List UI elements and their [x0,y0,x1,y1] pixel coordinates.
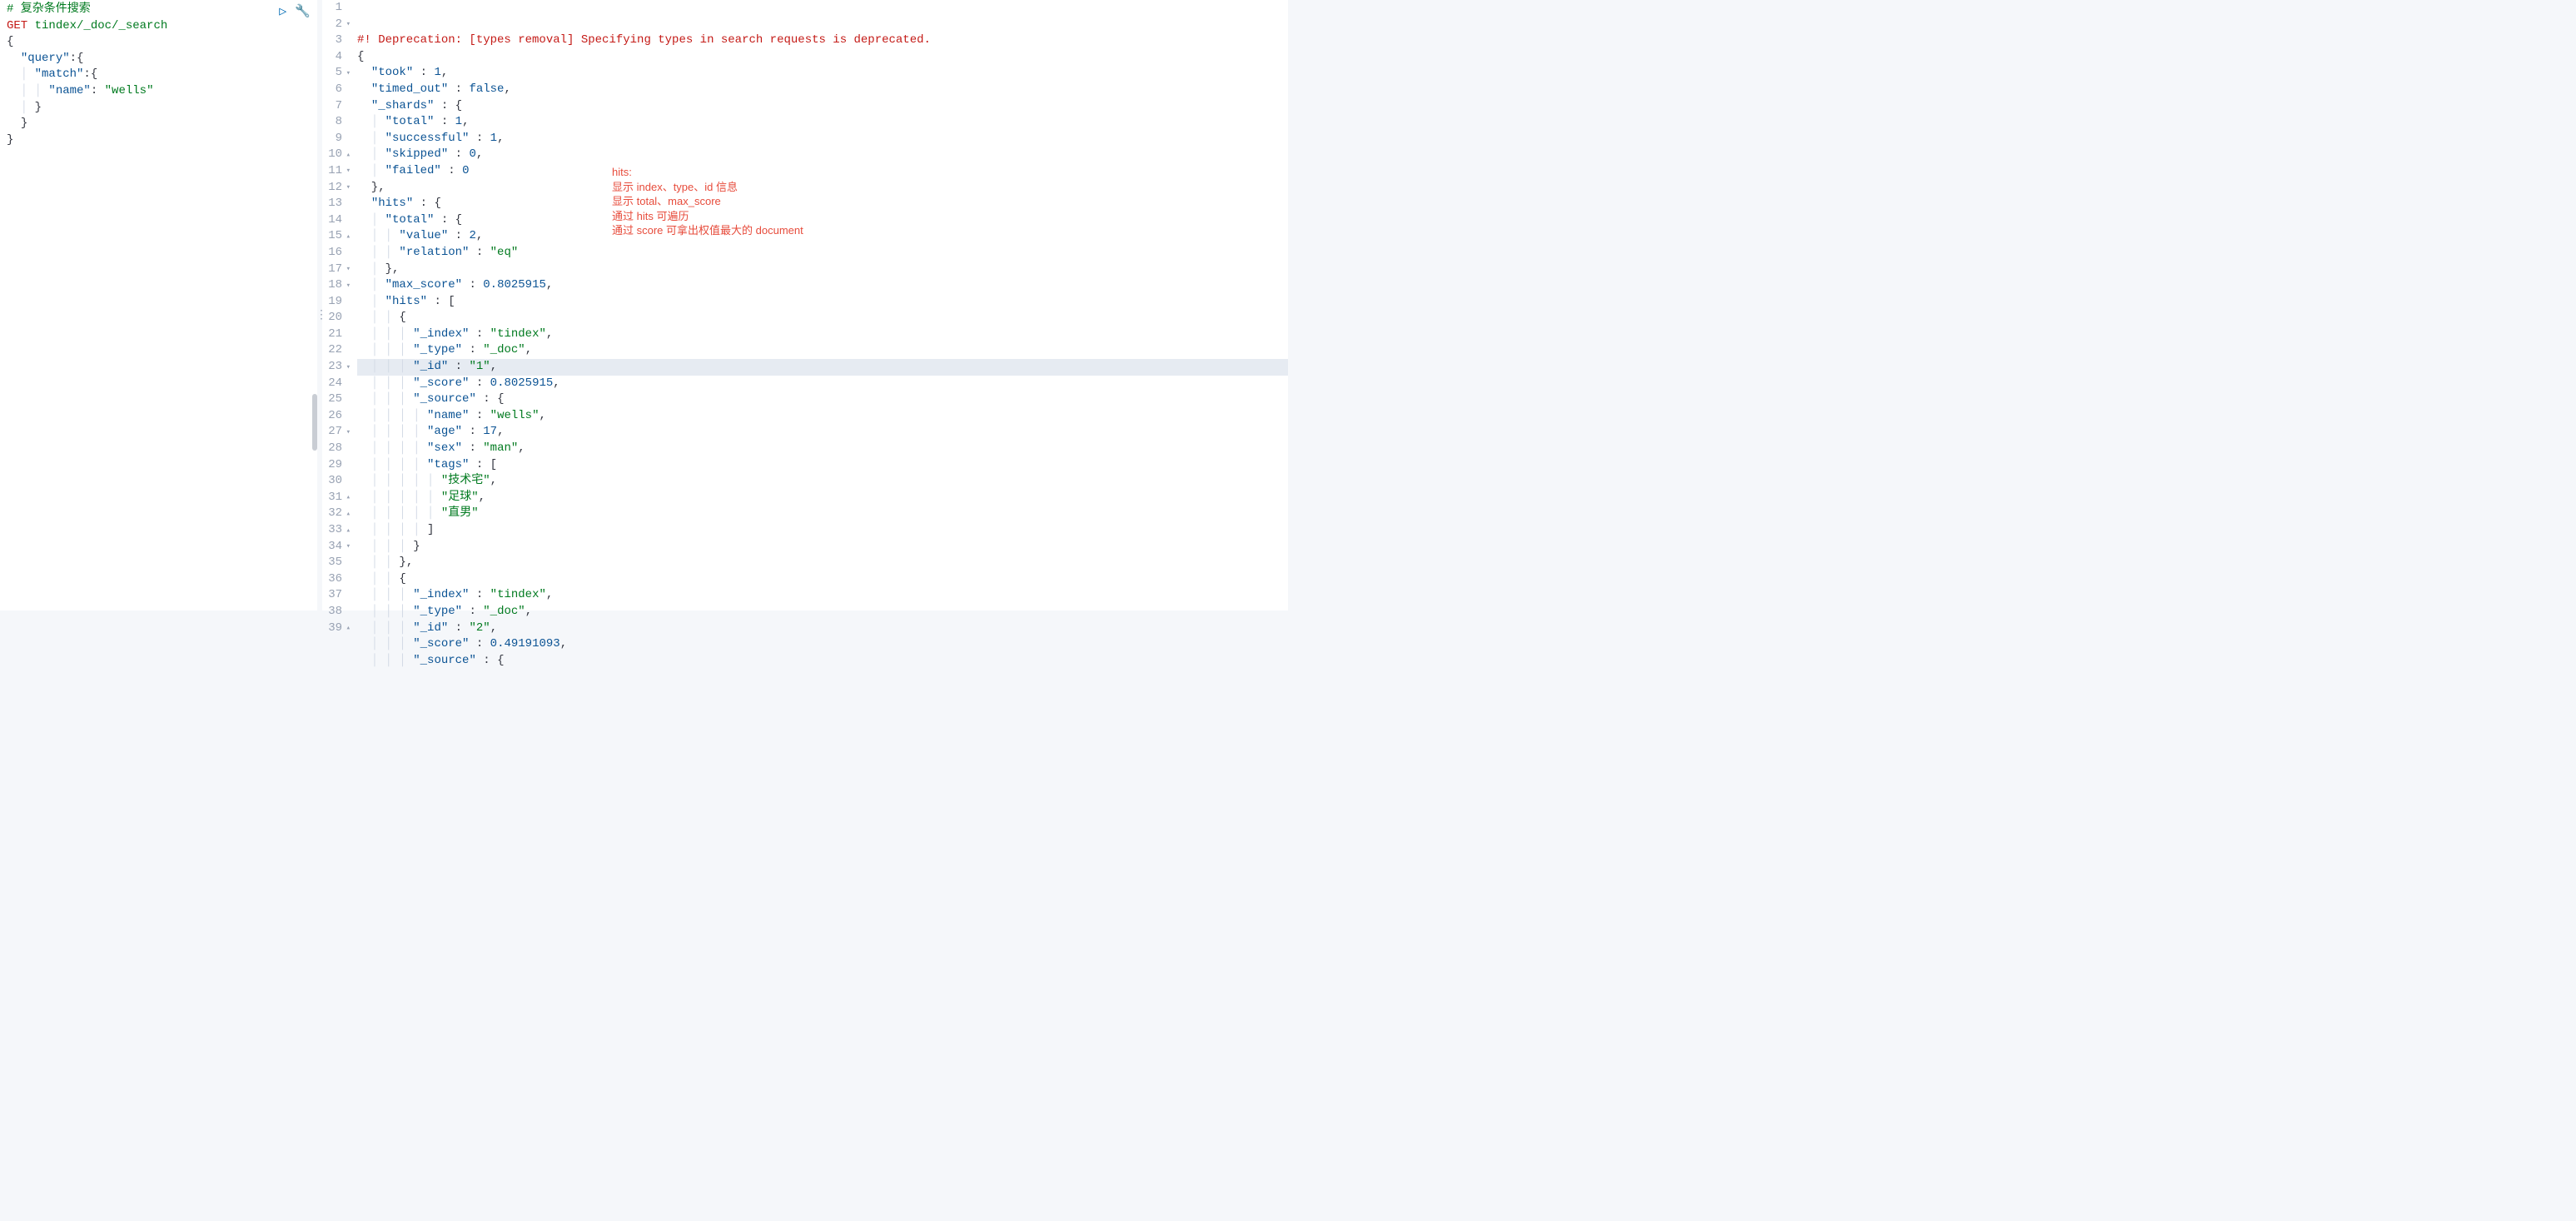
response-code-area[interactable]: #! Deprecation: [types removal] Specifyi… [357,0,1288,610]
line-number: 10▴ [322,147,351,163]
line-number: 17▾ [322,262,351,278]
line-number: 23▾ [322,359,351,376]
line-number: 5▾ [322,65,351,82]
code-line: │ │ │ } [357,539,1288,556]
line-number: 2▾ [322,17,351,33]
code-line: │ │ │ "_id" : "2", [357,620,1288,637]
code-line: │ │ │ "_index" : "tindex", [357,326,1288,343]
line-number: 20 [322,310,351,326]
line-number: 13 [322,196,351,212]
line-number-gutter: 12▾345▾678910▴11▾12▾131415▴1617▾18▾19202… [322,0,357,610]
line-number: 6 [322,82,351,98]
line-number: 19 [322,294,351,311]
line-number: 32▴ [322,506,351,522]
request-editor-pane[interactable]: ▷ 🔧 # 复杂条件搜索 GET tindex/_doc/_search { "… [0,0,317,610]
comment-line: # 复杂条件搜索 [7,2,91,16]
request-editor-content[interactable]: # 复杂条件搜索 GET tindex/_doc/_search { "quer… [7,2,317,148]
body-line: "name" [48,84,90,97]
code-line: │ "skipped" : 0, [357,147,1288,163]
code-line: │ │ │ │ │ "直男" [357,506,1288,522]
line-number: 11▾ [322,163,351,180]
line-number: 39▴ [322,620,351,637]
wrench-icon[interactable]: 🔧 [295,3,311,21]
line-number: 37 [322,587,351,604]
body-line: } [7,133,13,147]
body-line: { [7,35,13,48]
code-line: │ │ "relation" : "eq" [357,245,1288,262]
line-number: 12▾ [322,180,351,197]
line-number: 26 [322,408,351,425]
http-path: tindex/_doc/_search [27,19,167,32]
editor-action-icons: ▷ 🔧 [279,3,311,21]
code-line: │ │ }, [357,555,1288,571]
code-line: │ "max_score" : 0.8025915, [357,277,1288,294]
line-number: 21 [322,326,351,343]
line-number: 18▾ [322,277,351,294]
line-number: 1 [322,0,351,17]
annotation-line: hits: [612,165,862,180]
annotation-line: 通过 hits 可遍历 [612,209,862,224]
line-number: 28 [322,441,351,457]
line-number: 25 [322,391,351,408]
code-line: │ │ │ "_source" : { [357,391,1288,408]
line-number: 29 [322,457,351,474]
code-line: │ │ │ │ │ "技术宅", [357,473,1288,490]
line-number: 14 [322,212,351,229]
code-line: │ │ │ │ "tags" : [ [357,457,1288,474]
code-line: │ │ │ "_index" : "tindex", [357,587,1288,604]
line-number: 22 [322,342,351,359]
code-line: │ │ { [357,571,1288,588]
code-line: │ │ │ │ │ "足球", [357,490,1288,506]
code-line: │ │ │ "_id" : "1", [357,359,1288,376]
annotation-overlay: hits: 显示 index、type、id 信息 显示 total、max_s… [612,165,862,238]
line-number: 30 [322,473,351,490]
line-number: 9 [322,131,351,147]
line-number: 16 [322,245,351,262]
annotation-line: 显示 total、max_score [612,194,862,209]
code-line: │ }, [357,262,1288,278]
code-line: │ │ │ │ "name" : "wells", [357,408,1288,425]
code-line: "took" : 1, [357,65,1288,82]
code-line: "timed_out" : false, [357,82,1288,98]
code-line: │ │ │ "_score" : 0.49191093, [357,636,1288,653]
line-number: 4 [322,49,351,66]
code-line: #! Deprecation: [types removal] Specifyi… [357,32,1288,49]
response-pane: 12▾345▾678910▴11▾12▾131415▴1617▾18▾19202… [322,0,1288,610]
code-line: │ │ │ "_type" : "_doc", [357,342,1288,359]
annotation-line: 通过 score 可拿出权值最大的 document [612,223,862,238]
code-line: │ │ │ "_source" : { [357,653,1288,670]
line-number: 8 [322,114,351,131]
line-number: 38 [322,604,351,620]
body-line: "query" [21,52,70,65]
line-number: 3 [322,32,351,49]
line-number: 35 [322,555,351,571]
play-icon[interactable]: ▷ [279,3,286,21]
line-number: 36 [322,571,351,588]
code-line: │ "hits" : [ [357,294,1288,311]
http-method: GET [7,19,27,32]
annotation-line: 显示 index、type、id 信息 [612,180,862,195]
code-line: │ │ │ │ ] [357,522,1288,539]
body-line: "match" [35,67,84,81]
code-line: │ │ │ "_type" : "_doc", [357,604,1288,620]
code-line: "_shards" : { [357,98,1288,115]
code-line: │ "successful" : 1, [357,131,1288,147]
line-number: 24 [322,376,351,392]
code-line: │ │ │ │ "sex" : "man", [357,441,1288,457]
code-line: │ │ │ │ "age" : 17, [357,424,1288,441]
code-line: │ "total" : 1, [357,114,1288,131]
code-line: { [357,49,1288,66]
line-number: 33▴ [322,522,351,539]
code-line: │ │ { [357,310,1288,326]
line-number: 34▾ [322,539,351,556]
code-line: │ │ │ "_score" : 0.8025915, [357,376,1288,392]
line-number: 31▴ [322,490,351,506]
line-number: 15▴ [322,228,351,245]
line-number: 27▾ [322,424,351,441]
line-number: 7 [322,98,351,115]
